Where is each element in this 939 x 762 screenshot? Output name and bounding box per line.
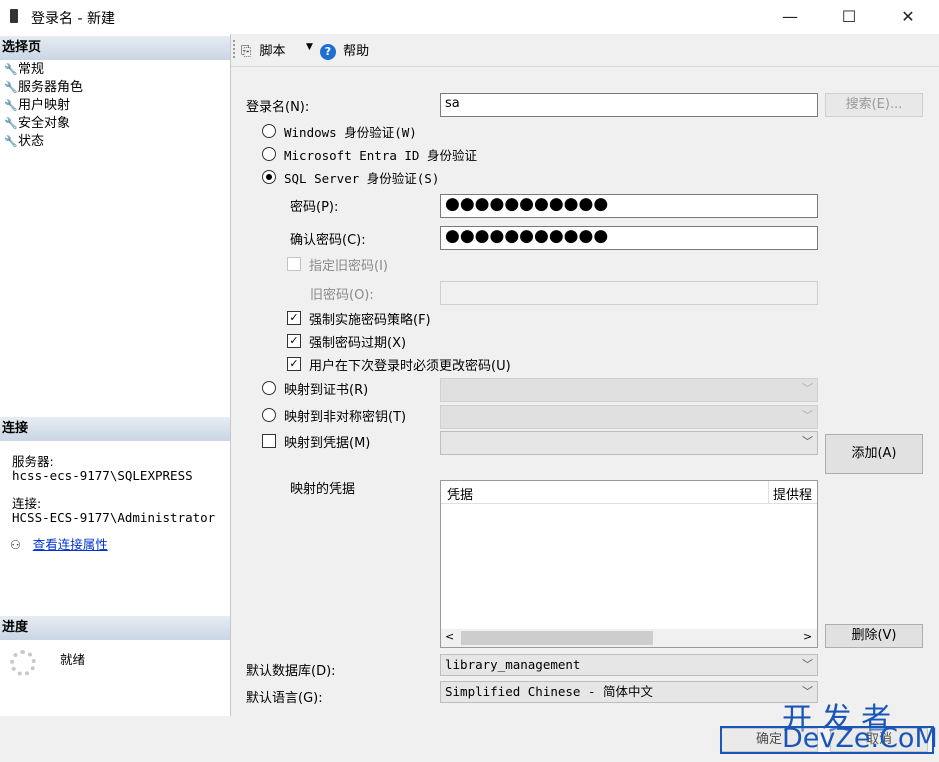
confirm-password-label: 确认密码(C): — [290, 233, 366, 248]
mapped-credentials-label: 映射的凭据 — [290, 482, 356, 497]
grid-header: 凭据 提供程 — [441, 481, 817, 504]
map-cert-radio[interactable] — [262, 381, 276, 395]
specify-old-password-label: 指定旧密码(I) — [309, 259, 388, 274]
script-button[interactable]: ⎘ 脚本 — [241, 40, 286, 59]
entra-auth-label: Microsoft Entra ID 身份验证 — [284, 148, 477, 163]
toolbar: ⎘ 脚本 ▼ ? 帮助 — [231, 34, 939, 67]
wrench-icon: 🔧 — [4, 117, 18, 130]
maximize-button[interactable]: ☐ — [826, 0, 872, 34]
scrollbar-thumb[interactable] — [461, 631, 653, 645]
map-credential-label: 映射到凭据(M) — [284, 436, 371, 451]
title-bar: 登录名 - 新建 — ☐ ✕ — [0, 0, 939, 34]
old-password-input[interactable] — [440, 281, 818, 305]
enforce-policy-checkbox[interactable]: ✓ — [287, 311, 301, 325]
toolbar-grip — [233, 40, 238, 58]
watermark-line2: DevZe.CoM — [782, 723, 938, 754]
connection-header: 连接 — [0, 417, 230, 441]
progress-status: 就绪 — [60, 652, 86, 667]
server-value: hcss-ecs-9177\SQLEXPRESS — [12, 468, 193, 483]
horizontal-scrollbar[interactable]: < > — [441, 629, 817, 647]
minimize-button[interactable]: — — [767, 0, 813, 34]
wrench-icon: 🔧 — [4, 135, 18, 148]
map-credential-select[interactable]: ﹀ — [440, 431, 818, 455]
connection-value: HCSS-ECS-9177\Administrator — [12, 510, 216, 525]
default-database-label: 默认数据库(D): — [246, 664, 336, 679]
windows-auth-label: Windows 身份验证(W) — [284, 125, 417, 140]
password-label: 密码(P): — [290, 200, 339, 215]
spinner-icon — [10, 650, 36, 676]
watermark: 开 发 者 DevZe.CoM — [720, 692, 939, 762]
chevron-down-icon: ﹀ — [802, 382, 813, 395]
help-button[interactable]: ? 帮助 — [320, 40, 369, 60]
enforce-expiration-checkbox[interactable]: ✓ — [287, 334, 301, 348]
enforce-policy-label: 强制实施密码策略(F) — [309, 313, 431, 328]
grid-col-credential[interactable]: 凭据 — [447, 484, 473, 503]
entra-auth-radio[interactable] — [262, 147, 276, 161]
password-input[interactable]: ●●●●●●●●●●● — [440, 194, 818, 218]
wrench-icon: 🔧 — [4, 63, 18, 76]
mapped-credentials-grid[interactable]: 凭据 提供程 < > — [440, 480, 818, 648]
chevron-down-icon: ﹀ — [802, 409, 813, 422]
view-connection-properties-link[interactable]: 查看连接属性 — [33, 537, 108, 552]
wrench-icon: 🔧 — [4, 99, 18, 112]
chevron-down-icon: ﹀ — [802, 658, 813, 671]
default-language-label: 默认语言(G): — [246, 691, 323, 706]
script-icon: ⎘ — [241, 44, 252, 59]
nav-item-securables[interactable]: 🔧安全对象 — [4, 115, 70, 133]
confirm-password-input[interactable]: ●●●●●●●●●●● — [440, 226, 818, 250]
must-change-label: 用户在下次登录时必须更改密码(U) — [309, 359, 511, 374]
scroll-left-icon[interactable]: < — [445, 630, 454, 643]
add-button[interactable]: 添加(A) — [825, 434, 923, 474]
map-credential-checkbox[interactable] — [262, 434, 276, 448]
wrench-icon: 🔧 — [4, 81, 18, 94]
specify-old-password-checkbox[interactable] — [287, 257, 301, 271]
old-password-label: 旧密码(O): — [310, 288, 374, 303]
map-cert-label: 映射到证书(R) — [284, 383, 369, 398]
default-database-select[interactable]: library_management ﹀ — [440, 654, 818, 676]
map-asym-select[interactable]: ﹀ — [440, 405, 818, 429]
must-change-checkbox[interactable]: ✓ — [287, 357, 301, 371]
close-button[interactable]: ✕ — [885, 0, 931, 34]
enforce-expiration-label: 强制密码过期(X) — [309, 336, 407, 351]
login-name-input[interactable]: sa — [440, 93, 818, 117]
grid-col-provider[interactable]: 提供程 — [773, 484, 812, 503]
progress-header: 进度 — [0, 616, 230, 640]
left-pane: 选择页 🔧常规 🔧服务器角色 🔧用户映射 🔧安全对象 🔧状态 连接 服务器: h… — [0, 34, 231, 716]
login-name-label: 登录名(N): — [246, 100, 310, 115]
windows-auth-radio[interactable] — [262, 124, 276, 138]
map-cert-select[interactable]: ﹀ — [440, 378, 818, 402]
nav-item-general[interactable]: 🔧常规 — [4, 61, 44, 79]
remove-button[interactable]: 删除(V) — [825, 624, 923, 648]
scroll-right-icon[interactable]: > — [803, 630, 812, 643]
search-button[interactable]: 搜索(E)... — [825, 93, 923, 117]
select-page-header: 选择页 — [0, 36, 230, 60]
script-dropdown-icon[interactable]: ▼ — [306, 42, 313, 52]
nav-item-status[interactable]: 🔧状态 — [4, 133, 44, 151]
view-properties-row: ⚇ 查看连接属性 — [10, 534, 108, 553]
connection-icon: ⚇ — [10, 538, 21, 552]
map-asym-radio[interactable] — [262, 408, 276, 422]
map-asym-label: 映射到非对称密钥(T) — [284, 410, 407, 425]
nav-item-server-roles[interactable]: 🔧服务器角色 — [4, 79, 83, 97]
chevron-down-icon: ﹀ — [802, 435, 813, 448]
help-icon: ? — [320, 44, 336, 60]
sql-auth-radio[interactable] — [262, 170, 276, 184]
window-title: 登录名 - 新建 — [31, 11, 115, 27]
nav-item-user-mapping[interactable]: 🔧用户映射 — [4, 97, 70, 115]
app-icon — [10, 9, 18, 23]
sql-auth-label: SQL Server 身份验证(S) — [284, 171, 440, 186]
